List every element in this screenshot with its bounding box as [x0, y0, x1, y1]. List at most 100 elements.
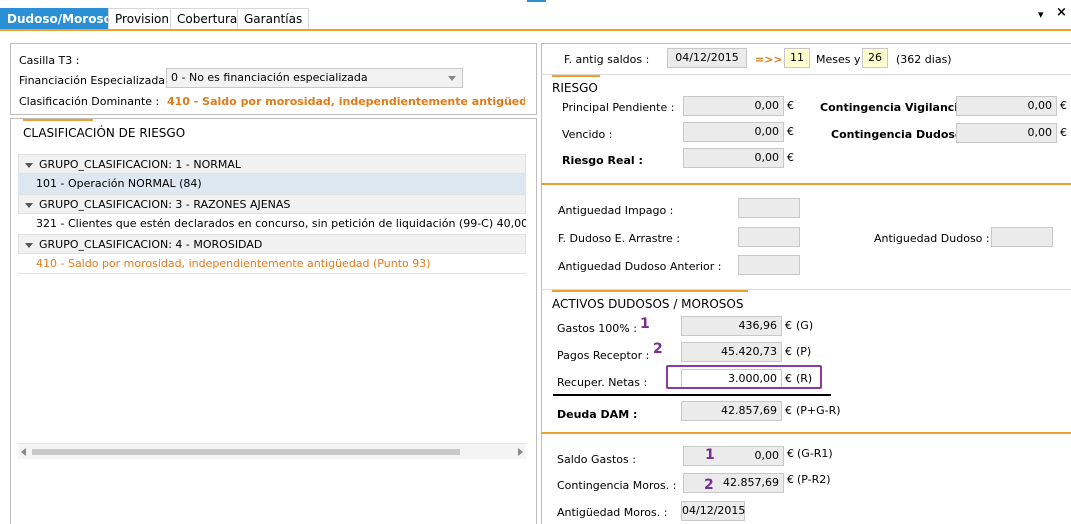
section-accent [552, 75, 600, 77]
caret-down-icon [25, 242, 33, 248]
general-info-panel: Casilla T3 : Financiación Especializada … [10, 43, 537, 115]
tree-item-410[interactable]: 410 - Saldo por morosidad, independiente… [18, 254, 526, 274]
f-dudoso-label: F. Dudoso E. Arrastre : [558, 232, 681, 245]
cont-moros-code: (P-R2) [797, 473, 831, 486]
principal-field: 0,00 [683, 96, 784, 116]
annotation-mark: 1 [640, 316, 650, 332]
euro-symbol: € [1060, 126, 1067, 139]
arrow-indicator: =>> [755, 53, 783, 66]
annotation-mark: 1 [705, 447, 715, 463]
meses-field: 11 [784, 48, 810, 68]
saldo-gastos-field: 0,00 [683, 446, 784, 466]
deuda-code: (P+G-R) [796, 404, 841, 417]
tree-item-321[interactable]: 321 - Clientes que estén declarados en c… [18, 214, 526, 234]
tree-group-morosidad[interactable]: GRUPO_CLASIFICACION: 4 - MOROSIDAD [18, 234, 526, 254]
financiacion-select[interactable]: 0 - No es financiación especializada [166, 68, 463, 88]
tab-cobertura[interactable]: Cobertura [170, 8, 245, 30]
casilla-label: Casilla T3 : [19, 54, 80, 67]
antig-dudoso-ant-label: Antiguedad Dudoso Anterior : [558, 260, 722, 273]
divider [541, 74, 1071, 75]
euro-symbol: € [787, 151, 794, 164]
scroll-thumb[interactable] [32, 449, 460, 455]
cont-dud-label: Contingencia Dudoso : [831, 128, 971, 141]
antig-moros-field: 04/12/2015 [681, 501, 745, 521]
cont-vig-field: 0,00 [956, 96, 1057, 116]
scroll-right-icon[interactable] [518, 448, 523, 456]
scroll-left-icon[interactable] [21, 448, 26, 456]
antig-dudoso-label: Antiguedad Dudoso : [874, 232, 990, 245]
saldo-gastos-label: Saldo Gastos : [557, 453, 636, 466]
euro-symbol: € [785, 319, 792, 332]
antig-dudoso-field [991, 227, 1053, 247]
tree-group-label: GRUPO_CLASIFICACION: 1 - NORMAL [39, 158, 242, 171]
antig-saldos-date: 04/12/2015 [667, 48, 747, 68]
pagos-code: (P) [796, 345, 812, 358]
cont-vig-label: Contingencia Vigilancia : [820, 101, 974, 114]
f-dudoso-field [738, 227, 800, 247]
recuper-label: Recuper. Netas : [557, 376, 648, 389]
euro-symbol: € [1060, 99, 1067, 112]
gastos-code: (G) [796, 319, 814, 332]
antig-saldos-label: F. antig saldos : [564, 53, 650, 66]
section-accent [552, 290, 748, 292]
dias-label: (362 dias) [896, 53, 952, 66]
pagos-field: 45.420,73 [681, 342, 782, 362]
financiacion-label: Financiación Especializada : [19, 74, 173, 87]
clasif-dom-label: Clasificación Dominante : [19, 95, 160, 108]
caret-down-icon [25, 162, 33, 168]
tree-group-razones[interactable]: GRUPO_CLASIFICACION: 3 - RAZONES AJENAS [18, 194, 526, 214]
clasif-dom-value: 410 - Saldo por morosidad, independiente… [167, 95, 525, 108]
antig-impago-label: Antiguedad Impago : [558, 204, 674, 217]
antig-impago-field [738, 198, 800, 218]
tab-garantias[interactable]: Garantías [237, 8, 310, 30]
deuda-label: Deuda DAM : [557, 408, 638, 421]
tree-group-normal[interactable]: GRUPO_CLASIFICACION: 1 - NORMAL [18, 154, 526, 174]
clasificacion-title: CLASIFICACIÓN DE RIESGO [23, 126, 186, 140]
tab-bar: Dudoso/Moroso Provision Cobertura Garant… [0, 0, 1071, 31]
cont-moros-field: 42.857,69 [683, 473, 784, 493]
divider [541, 432, 1071, 434]
horizontal-scrollbar[interactable] [18, 443, 526, 459]
annotation-mark: 2 [704, 477, 714, 493]
chevron-down-icon [448, 76, 456, 81]
gastos-field: 436,96 [681, 316, 782, 336]
riesgo-title: RIESGO [552, 81, 598, 95]
activos-title: ACTIVOS DUDOSOS / MOROSOS [552, 297, 744, 311]
close-icon[interactable]: × [1056, 5, 1067, 20]
tree-item-101[interactable]: 101 - Operación NORMAL (84) [18, 174, 526, 194]
tab-underline [0, 29, 1071, 31]
pagos-label: Pagos Receptor : [557, 349, 650, 362]
cont-dud-field: 0,00 [956, 123, 1057, 143]
euro-symbol: € [787, 473, 794, 486]
antig-moros-label: Antigüedad Moros. : [557, 506, 668, 519]
meses-label: Meses y [816, 53, 861, 66]
gastos-label: Gastos 100% : [557, 322, 637, 335]
tab-provision[interactable]: Provision [108, 8, 177, 30]
antig-dudoso-ant-field [738, 255, 800, 275]
tab-dudoso-moroso[interactable]: Dudoso/Moroso [0, 8, 119, 30]
tree-group-label: GRUPO_CLASIFICACION: 3 - RAZONES AJENAS [39, 198, 291, 211]
euro-symbol: € [785, 404, 792, 417]
dropdown-icon[interactable]: ▾ [1038, 8, 1044, 21]
vencido-label: Vencido : [562, 128, 613, 141]
dias-field: 26 [862, 48, 888, 68]
financiacion-value: 0 - No es financiación especializada [171, 71, 368, 84]
euro-symbol: € [785, 345, 792, 358]
deuda-field: 42.857,69 [681, 401, 782, 421]
highlight-box [666, 365, 822, 389]
riesgo-real-label: Riesgo Real : [562, 154, 643, 167]
cont-moros-label: Contingencia Moros. : [557, 479, 677, 492]
saldo-gastos-code: (G-R1) [797, 447, 833, 460]
top-accent [527, 0, 546, 2]
euro-symbol: € [787, 447, 794, 460]
tree-group-label: GRUPO_CLASIFICACION: 4 - MOROSIDAD [39, 238, 263, 251]
section-accent [23, 119, 93, 121]
principal-label: Principal Pendiente : [562, 101, 675, 114]
vencido-field: 0,00 [683, 122, 784, 142]
euro-symbol: € [787, 125, 794, 138]
sum-line [553, 394, 831, 396]
euro-symbol: € [787, 99, 794, 112]
caret-down-icon [25, 202, 33, 208]
annotation-mark: 2 [653, 341, 663, 357]
divider [541, 183, 1071, 185]
